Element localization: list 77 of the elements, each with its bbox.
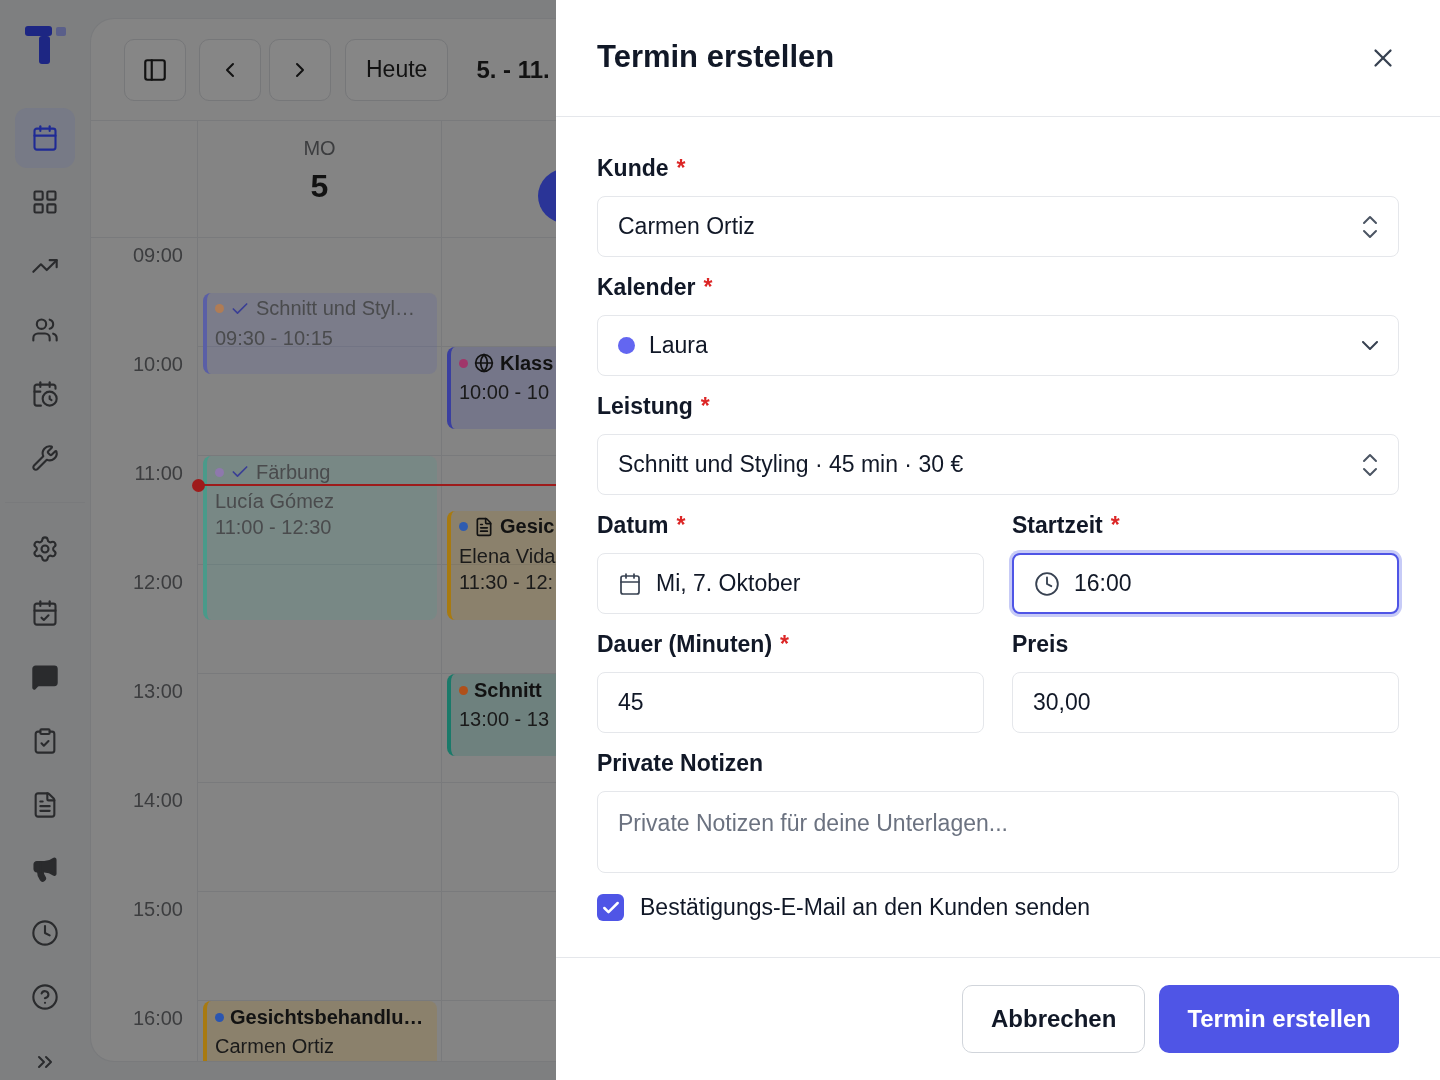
hour-label: 13:00	[132, 680, 183, 702]
logo-icon	[24, 26, 66, 64]
hour-label: 16:00	[132, 1007, 183, 1029]
field-label: Datum	[597, 512, 669, 539]
input-field[interactable]: Mi, 7. Oktober	[597, 553, 984, 614]
cancel-button[interactable]: Abbrechen	[962, 985, 1146, 1053]
appointment-time: 10:00 - 10	[459, 380, 551, 405]
field-label: Private Notizen	[597, 750, 764, 777]
field-label: Dauer (Minuten)	[597, 631, 773, 658]
hour-label: 10:00	[132, 353, 183, 375]
appointment-time: 11:30 - 12:	[459, 569, 555, 595]
appointment-title: Gesichtsbehandlu…	[230, 1005, 424, 1029]
today-button[interactable]: Heute	[345, 38, 449, 101]
checkbox-label: Bestätigungs-E-Mail an den Kunden senden	[640, 894, 1091, 921]
appointment-title: Schnitt	[474, 678, 542, 702]
clock-icon	[1034, 570, 1060, 597]
field-label: Kalender	[597, 274, 696, 301]
message-icon	[31, 663, 59, 691]
drawer-title: Termin erstellen	[597, 39, 835, 75]
calendar-clock-icon	[31, 380, 59, 408]
appointment-time: 11:00 - 12:30	[215, 515, 333, 540]
calendar-check-icon	[31, 599, 59, 627]
users-icon	[31, 316, 59, 344]
input-field[interactable]: 45	[597, 672, 984, 733]
appointment-card[interactable]: Gesichtsbehandlu… Carmen Ortiz	[203, 1001, 437, 1061]
required-mark: *	[676, 512, 686, 539]
appointment-customer: Carmen Ortiz	[215, 1034, 335, 1059]
field-label: Leistung	[597, 393, 693, 420]
hour-label: 15:00	[132, 898, 183, 920]
appointment-customer: Lucía Gómez	[215, 489, 335, 514]
document-icon	[474, 516, 494, 537]
current-time-dot	[192, 479, 205, 493]
select-field[interactable]: Carmen Ortiz	[597, 196, 1399, 257]
appointment-title: Schnitt und Styl…	[256, 297, 415, 320]
globe-icon	[474, 353, 494, 373]
required-mark: *	[703, 274, 713, 301]
weekday-label: MO	[303, 137, 336, 160]
dashboard-icon	[31, 188, 59, 216]
checkbox[interactable]	[597, 894, 624, 921]
day-number: 5	[310, 168, 329, 205]
wrench-icon	[31, 444, 59, 472]
updown-icon	[1362, 214, 1378, 239]
hour-label: 09:00	[132, 244, 183, 266]
date-range: 5. - 11.	[476, 55, 550, 84]
input-field[interactable]: 30,00	[1012, 672, 1399, 733]
field-label: Preis	[1012, 631, 1069, 658]
chevron-down-icon	[1362, 341, 1378, 350]
appointment-title: Färbung	[256, 460, 331, 484]
select-field[interactable]: Schnitt und Styling · 45 min · 30 €	[597, 434, 1399, 495]
clock-icon	[31, 919, 59, 947]
panel-icon	[142, 56, 168, 83]
sidebar-item[interactable]	[15, 108, 75, 168]
calendar-icon	[618, 571, 642, 596]
settings-icon	[31, 535, 59, 563]
required-mark: *	[676, 155, 686, 182]
submit-button[interactable]: Termin erstellen	[1159, 985, 1399, 1053]
appointment-time: 09:30 - 10:15	[215, 325, 334, 351]
required-mark: *	[780, 631, 789, 658]
megaphone-icon	[31, 855, 59, 883]
hour-label: 12:00	[132, 571, 183, 593]
required-mark: *	[700, 393, 710, 420]
required-mark: *	[1110, 512, 1120, 539]
hour-label: 11:00	[134, 462, 183, 484]
sidebar-toggle-button[interactable]	[124, 38, 186, 101]
input-field[interactable]: 16:00	[1012, 553, 1399, 614]
appointment-title: Klass	[500, 351, 554, 375]
calendar-icon	[31, 124, 59, 152]
hour-label: 14:00	[132, 789, 183, 811]
appointment-customer: Elena Vida	[459, 543, 556, 569]
field-label: Kunde	[597, 155, 669, 182]
select-field[interactable]: Laura	[597, 315, 1399, 376]
updown-icon	[1362, 452, 1378, 477]
notes-field[interactable]: Private Notizen für deine Unterlagen...	[597, 791, 1399, 873]
field-label: Startzeit	[1012, 512, 1103, 539]
appointment-title: Gesic	[500, 515, 555, 538]
appointment-time: 13:00 - 13	[459, 707, 551, 732]
help-icon	[31, 983, 59, 1011]
